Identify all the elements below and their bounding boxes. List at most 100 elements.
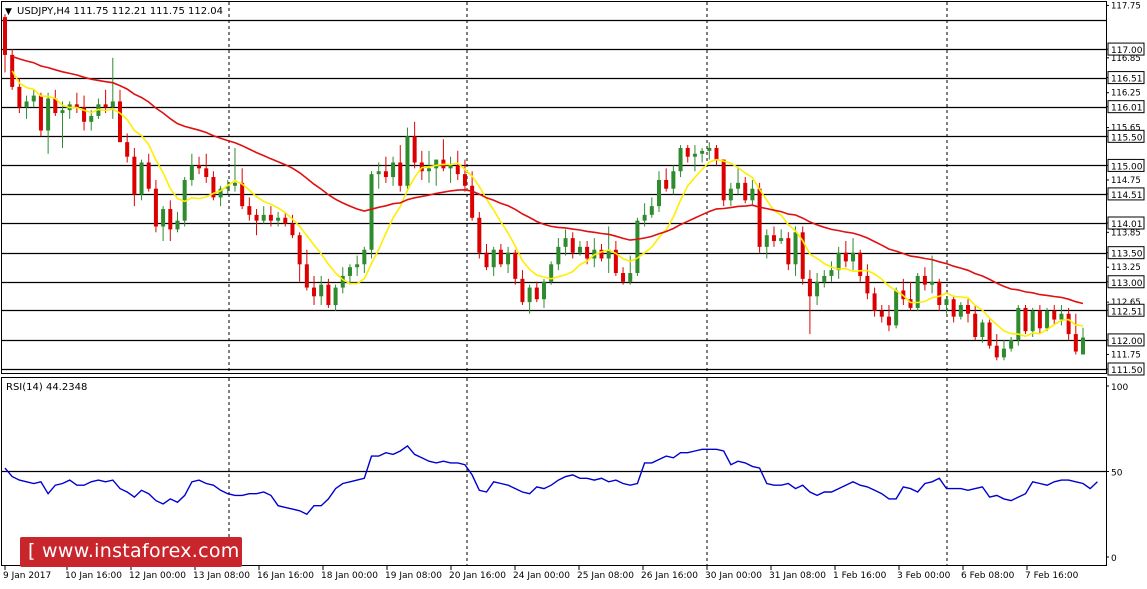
candle-body <box>347 267 352 276</box>
candle-body <box>462 174 467 186</box>
candle-body <box>175 220 180 230</box>
candle-body <box>268 214 273 221</box>
price-label: 113.85 <box>1111 228 1141 238</box>
candle-body <box>937 281 942 306</box>
time-label: 7 Feb 16:00 <box>1025 571 1079 581</box>
candle-body <box>678 147 683 172</box>
candle-body <box>376 171 381 175</box>
candle-body <box>204 168 209 178</box>
candle-body <box>743 182 748 201</box>
candle-body <box>930 281 935 285</box>
rsi-line <box>4 444 1098 516</box>
time-label: 31 Jan 08:00 <box>769 571 826 581</box>
candle-body <box>656 179 661 207</box>
candle-body <box>276 217 281 221</box>
time-label: 19 Jan 08:00 <box>385 571 442 581</box>
rsi-axis-label: 0 <box>1111 554 1117 564</box>
price-level-label: 113.50 <box>1111 250 1143 260</box>
candle-body <box>692 153 697 157</box>
candle-body <box>714 147 719 160</box>
time-label: 16 Jan 16:00 <box>257 571 314 581</box>
time-label: 9 Jan 2017 <box>3 571 51 581</box>
ma-slow-line <box>11 55 1084 305</box>
candle-body <box>779 238 784 242</box>
candle-body <box>326 284 331 306</box>
candle-body <box>944 299 949 306</box>
candle-body <box>750 188 755 201</box>
price-label: 117.75 <box>1111 1 1141 11</box>
price-label: 111.75 <box>1111 350 1141 360</box>
candle-body <box>391 162 396 178</box>
candle-body <box>240 182 245 207</box>
candle-body <box>146 162 151 189</box>
candle-body <box>851 252 856 262</box>
price-label: 114.75 <box>1111 176 1141 186</box>
candle-body <box>872 293 877 311</box>
candle-body <box>383 171 388 178</box>
candle-body <box>398 162 403 186</box>
candle-body <box>448 165 453 169</box>
price-level-label: 115.50 <box>1111 133 1143 143</box>
rsi-axis-label: 50 <box>1111 469 1123 479</box>
candle-body <box>886 316 891 326</box>
candle-body <box>1052 310 1057 320</box>
candle-body <box>312 287 317 297</box>
candle-body <box>1023 307 1028 332</box>
candle-body <box>707 147 712 151</box>
candle-body <box>822 275 827 282</box>
price-levels <box>2 19 1106 371</box>
main-panel-frame <box>1 1 1107 374</box>
time-label: 12 Jan 00:00 <box>129 571 186 581</box>
candle-body <box>757 188 762 247</box>
candle-body <box>1030 310 1035 332</box>
candle-body <box>477 217 482 253</box>
candle-body <box>764 235 769 247</box>
candle-body <box>836 252 841 271</box>
candle-body <box>577 246 582 253</box>
candle-body <box>1081 337 1085 355</box>
candle-body <box>38 95 43 131</box>
candle-body <box>1066 313 1071 335</box>
time-label: 10 Jan 16:00 <box>65 571 122 581</box>
candle-body <box>621 273 626 282</box>
candle-body <box>46 98 51 131</box>
time-label: 25 Jan 08:00 <box>577 571 634 581</box>
candle-body <box>987 322 992 346</box>
candle-body <box>736 182 741 189</box>
candle-body <box>951 299 956 317</box>
price-level-label: 113.00 <box>1111 279 1143 289</box>
candle-body <box>865 275 870 294</box>
candle-body <box>427 168 432 172</box>
time-axis: 9 Jan 2017 10 Jan 16:00 12 Jan 00:00 13 Jan… <box>3 566 1079 581</box>
candle-body <box>333 287 338 306</box>
candle-body <box>60 110 65 114</box>
symbol-header: USDJPY,H4 111.75 112.21 111.75 112.04 <box>17 6 223 17</box>
candle-body <box>973 313 978 338</box>
price-label: 116.25 <box>1111 89 1141 99</box>
candle-body <box>297 235 302 265</box>
candle-body <box>585 246 590 259</box>
candle-body <box>843 252 848 262</box>
candle-body <box>815 281 820 297</box>
candle-body <box>261 214 266 221</box>
candle-body <box>125 142 130 157</box>
price-level-label: 116.01 <box>1111 104 1143 114</box>
candle-body <box>153 188 158 227</box>
time-label: 6 Feb 08:00 <box>961 571 1015 581</box>
candle-body <box>685 147 690 157</box>
candle-body <box>994 345 999 358</box>
time-label: 3 Feb 00:00 <box>897 571 951 581</box>
candle-body <box>520 278 525 303</box>
candle-body <box>362 249 367 265</box>
candle-body <box>786 238 791 265</box>
candle-body <box>642 214 647 221</box>
price-level-label: 116.51 <box>1111 75 1143 85</box>
time-label: 1 Feb 16:00 <box>833 571 887 581</box>
candle-body <box>132 156 137 195</box>
candle-body <box>254 214 259 221</box>
price-level-label: 112.51 <box>1111 307 1143 317</box>
candle-body <box>484 252 489 268</box>
symbol-arrow[interactable]: ▼ <box>5 7 12 17</box>
candle-body <box>556 246 561 265</box>
price-level-label: 114.51 <box>1111 191 1143 201</box>
